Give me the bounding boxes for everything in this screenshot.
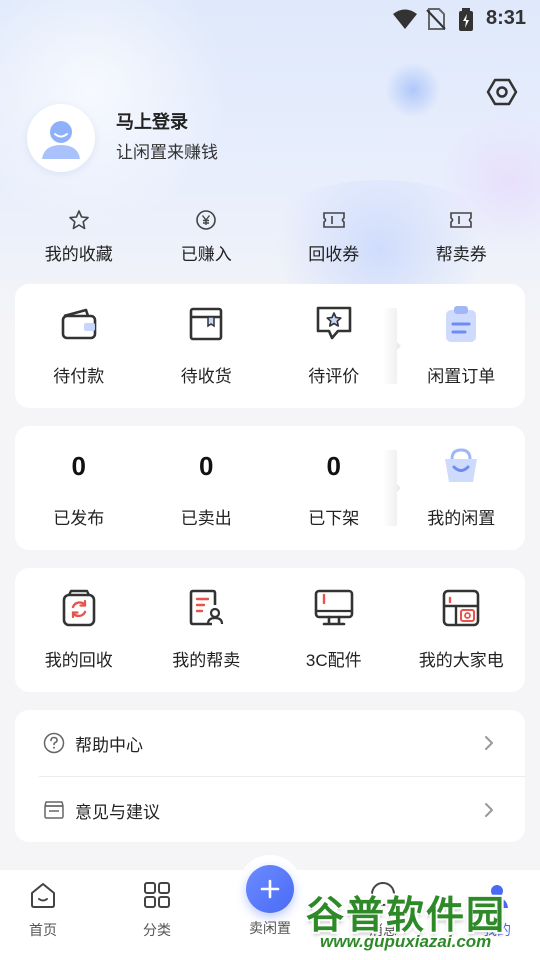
recycle-box-icon [59,588,99,628]
chevron-right-icon [481,799,497,821]
plus-icon [260,879,280,899]
battery-icon [459,8,473,31]
menu-feedback-label: 意见与建议 [75,802,160,822]
tab-home-label: 首页 [29,922,57,938]
order-pending-review-label: 待评价 [308,367,360,386]
order-pending-receipt[interactable]: 待收货 [143,284,271,408]
document-user-icon [186,588,226,628]
home-icon [29,880,57,910]
quick-sell-coupon[interactable]: 帮卖券 [398,208,526,268]
shopping-bag-smile-icon [441,446,481,486]
tab-category[interactable]: 分类 [112,880,202,940]
login-subtitle: 让闲置来赚钱 [116,143,218,162]
quick-recycle-coupon-label: 回收券 [308,245,360,264]
my-idle[interactable]: 我的闲置 [398,426,526,550]
stat-delisted-count: 0 [326,450,341,481]
tab-category-label: 分类 [143,922,171,938]
service-3c-accessories-label: 3C配件 [305,651,362,670]
card-divider [383,308,401,384]
ticket-icon [322,208,346,232]
services-card: 我的回收 我的帮卖 3C配件 我的大家电 [15,568,525,692]
stat-sold[interactable]: 0 已卖出 [143,426,271,550]
service-my-sell-help[interactable]: 我的帮卖 [143,568,271,692]
quick-favorites[interactable]: 我的收藏 [15,208,143,268]
yen-coin-icon [195,208,217,232]
quick-earned-label: 已赚入 [180,245,232,264]
menu-help-center-label: 帮助中心 [75,735,143,755]
wallet-icon [59,304,99,344]
stat-delisted[interactable]: 0 已下架 [270,426,398,550]
appliance-icon [441,588,481,628]
menu-help-center[interactable]: 帮助中心 [15,710,525,776]
my-idle-label: 我的闲置 [427,509,496,528]
quick-recycle-coupon[interactable]: 回收券 [270,208,398,268]
card-divider [383,450,401,526]
star-icon [68,208,90,232]
login-title[interactable]: 马上登录 [116,108,188,134]
my-items-card: 0 已发布 0 已卖出 0 已下架 我的闲置 [15,426,525,550]
grid-icon [143,880,171,910]
feedback-box-icon [43,799,65,821]
menu-card: 帮助中心 意见与建议 [15,710,525,842]
stat-published-count: 0 [71,450,86,481]
orders-card: 待付款 待收货 待评价 闲置订单 [15,284,525,408]
watermark-url: www.gupuxiazai.com [320,932,492,951]
watermark: 谷普软件园 www.gupuxiazai.com [300,880,540,960]
status-time: 8:31 [485,7,526,29]
quick-sell-coupon-label: 帮卖券 [435,245,487,264]
stat-sold-label: 已卖出 [180,509,232,528]
chevron-right-icon [481,732,497,754]
settings-button[interactable] [484,74,520,110]
status-bar: 8:31 [0,0,540,36]
tab-home[interactable]: 首页 [0,880,88,940]
order-pending-review[interactable]: 待评价 [270,284,398,408]
service-3c-accessories[interactable]: 3C配件 [270,568,398,692]
sell-idle-label: 卖闲置 [249,920,291,936]
stat-delisted-label: 已下架 [308,509,360,528]
review-star-bubble-icon [314,304,354,344]
service-my-appliances[interactable]: 我的大家电 [398,568,526,692]
stat-published-label: 已发布 [53,509,105,528]
order-pending-payment[interactable]: 待付款 [15,284,143,408]
settings-hexagon-icon [486,78,518,106]
monitor-icon [314,588,354,628]
service-my-appliances-label: 我的大家电 [418,651,504,670]
no-sim-icon [426,8,446,30]
user-avatar-icon [42,121,80,159]
clipboard-icon [441,304,481,344]
order-pending-payment-label: 待付款 [53,367,105,386]
menu-feedback[interactable]: 意见与建议 [15,777,525,843]
order-pending-receipt-label: 待收货 [180,367,232,386]
package-box-icon [186,304,226,344]
stat-sold-count: 0 [199,450,214,481]
stat-published[interactable]: 0 已发布 [15,426,143,550]
service-my-recycle[interactable]: 我的回收 [15,568,143,692]
idle-orders[interactable]: 闲置订单 [398,284,526,408]
bg-blob [385,62,441,118]
idle-orders-label: 闲置订单 [427,367,496,386]
quick-links: 我的收藏 已赚入 回收券 帮卖券 [15,208,525,268]
ticket-icon [449,208,473,232]
quick-favorites-label: 我的收藏 [44,245,113,264]
sell-idle-button[interactable] [246,865,294,913]
avatar[interactable] [27,104,95,172]
question-circle-icon [43,732,65,754]
watermark-title: 谷普软件园 [306,895,507,937]
service-my-recycle-label: 我的回收 [44,651,113,670]
service-my-sell-help-label: 我的帮卖 [172,651,241,670]
quick-earned[interactable]: 已赚入 [143,208,271,268]
wifi-icon [393,9,417,29]
